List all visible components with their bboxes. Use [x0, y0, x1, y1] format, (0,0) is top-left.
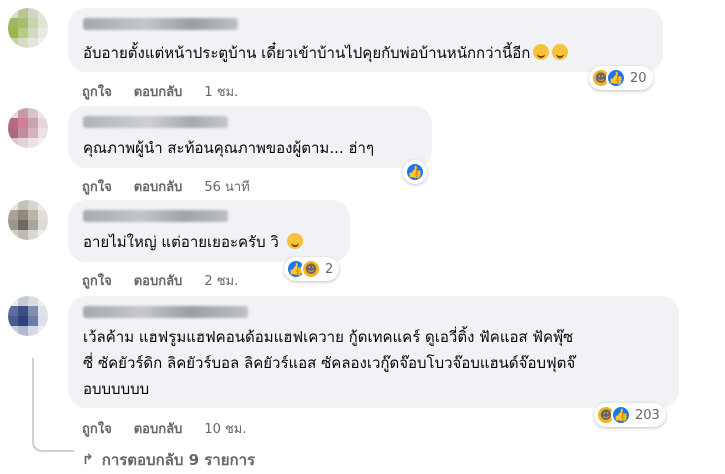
like-button[interactable]: ถูกใจ	[82, 418, 112, 439]
avatar[interactable]	[8, 296, 48, 336]
author-name-blurred[interactable]	[83, 18, 238, 30]
reply-button[interactable]: ตอบกลับ	[134, 81, 183, 102]
reply-button[interactable]: ตอบกลับ	[134, 418, 183, 439]
comment-bubble: เว้ลค้าม แฮฟรูมแฮฟคอนด้อมแฮฟเควาย กู้ดเท…	[68, 296, 679, 408]
avatar[interactable]	[8, 200, 48, 240]
like-icon: 👍	[405, 162, 425, 182]
comment-actions: ถูกใจ ตอบกลับ 1 ชม.	[82, 81, 260, 102]
avatar[interactable]	[8, 108, 48, 148]
reaction-count: 2	[325, 261, 334, 277]
reply-button[interactable]: ตอบกลับ	[134, 270, 183, 291]
timestamp[interactable]: 2 ชม.	[204, 270, 238, 291]
timestamp[interactable]: 56 นาที	[204, 176, 249, 197]
comment-bubble: คุณภาพผู้นำ สะท้อนคุณภาพของผู้ตาม... ฮ่า…	[68, 106, 432, 168]
author-name-blurred[interactable]	[83, 306, 248, 318]
comment-bubble: อายไม่ใหญ่ แต่อายเยอะครับ วิ	[68, 200, 350, 262]
view-replies-link[interactable]: ↰ การตอบกลับ 9 รายการ	[82, 448, 255, 472]
comment-line-1: เว้ลค้าม แฮฟรูมแฮฟคอนด้อมแฮฟเควาย กู้ดเท…	[83, 328, 574, 346]
view-replies-label: การตอบกลับ 9 รายการ	[101, 451, 256, 469]
comment-text: อับอายตั้งแต่หน้าประตูบ้าน เดี๋ยวเข้าบ้า…	[83, 41, 569, 66]
reply-button[interactable]: ตอบกลับ	[134, 176, 183, 197]
reaction-summary[interactable]: 👍	[403, 160, 427, 184]
comment-bubble: อับอายตั้งแต่หน้าประตูบ้าน เดี๋ยวเข้าบ้า…	[68, 8, 663, 72]
like-button[interactable]: ถูกใจ	[82, 270, 112, 291]
like-button[interactable]: ถูกใจ	[82, 81, 112, 102]
grinning-emoji	[533, 44, 550, 60]
comment-line-3: อบบบบบบ	[83, 380, 150, 398]
comment-actions: ถูกใจ ตอบกลับ 10 ชม.	[82, 418, 269, 439]
comment-text: อายไม่ใหญ่ แต่อายเยอะครับ วิ	[83, 230, 303, 255]
reaction-summary[interactable]: 👍 ☻ 2	[284, 257, 340, 281]
reply-arrow-icon: ↰	[82, 452, 94, 468]
author-name-blurred[interactable]	[83, 210, 228, 222]
reaction-count: 203	[635, 407, 660, 423]
comment-actions: ถูกใจ ตอบกลับ 2 ชม.	[82, 270, 260, 291]
author-name-blurred[interactable]	[83, 116, 228, 128]
comment-actions: ถูกใจ ตอบกลับ 56 นาที	[82, 176, 272, 197]
grinning-emoji	[552, 44, 569, 60]
avatar[interactable]	[8, 8, 48, 48]
like-icon: 👍	[606, 68, 626, 88]
reaction-summary[interactable]: ☻ 👍 20	[589, 66, 653, 90]
like-icon: 👍	[611, 405, 631, 425]
timestamp[interactable]: 10 ชม.	[204, 418, 246, 439]
timestamp[interactable]: 1 ชม.	[204, 81, 238, 102]
haha-icon: ☻	[301, 259, 321, 279]
comment-line-2: ซี่ ซัคยัวร์ดิก ลิคยัวร์บอล ลิคยัวร์แอส …	[83, 354, 576, 372]
winking-emoji	[286, 233, 303, 249]
like-button[interactable]: ถูกใจ	[82, 176, 112, 197]
comment-text: คุณภาพผู้นำ สะท้อนคุณภาพของผู้ตาม... ฮ่า…	[83, 139, 375, 157]
reaction-count: 20	[630, 70, 647, 86]
reaction-summary[interactable]: ☻ 👍 203	[594, 403, 666, 427]
